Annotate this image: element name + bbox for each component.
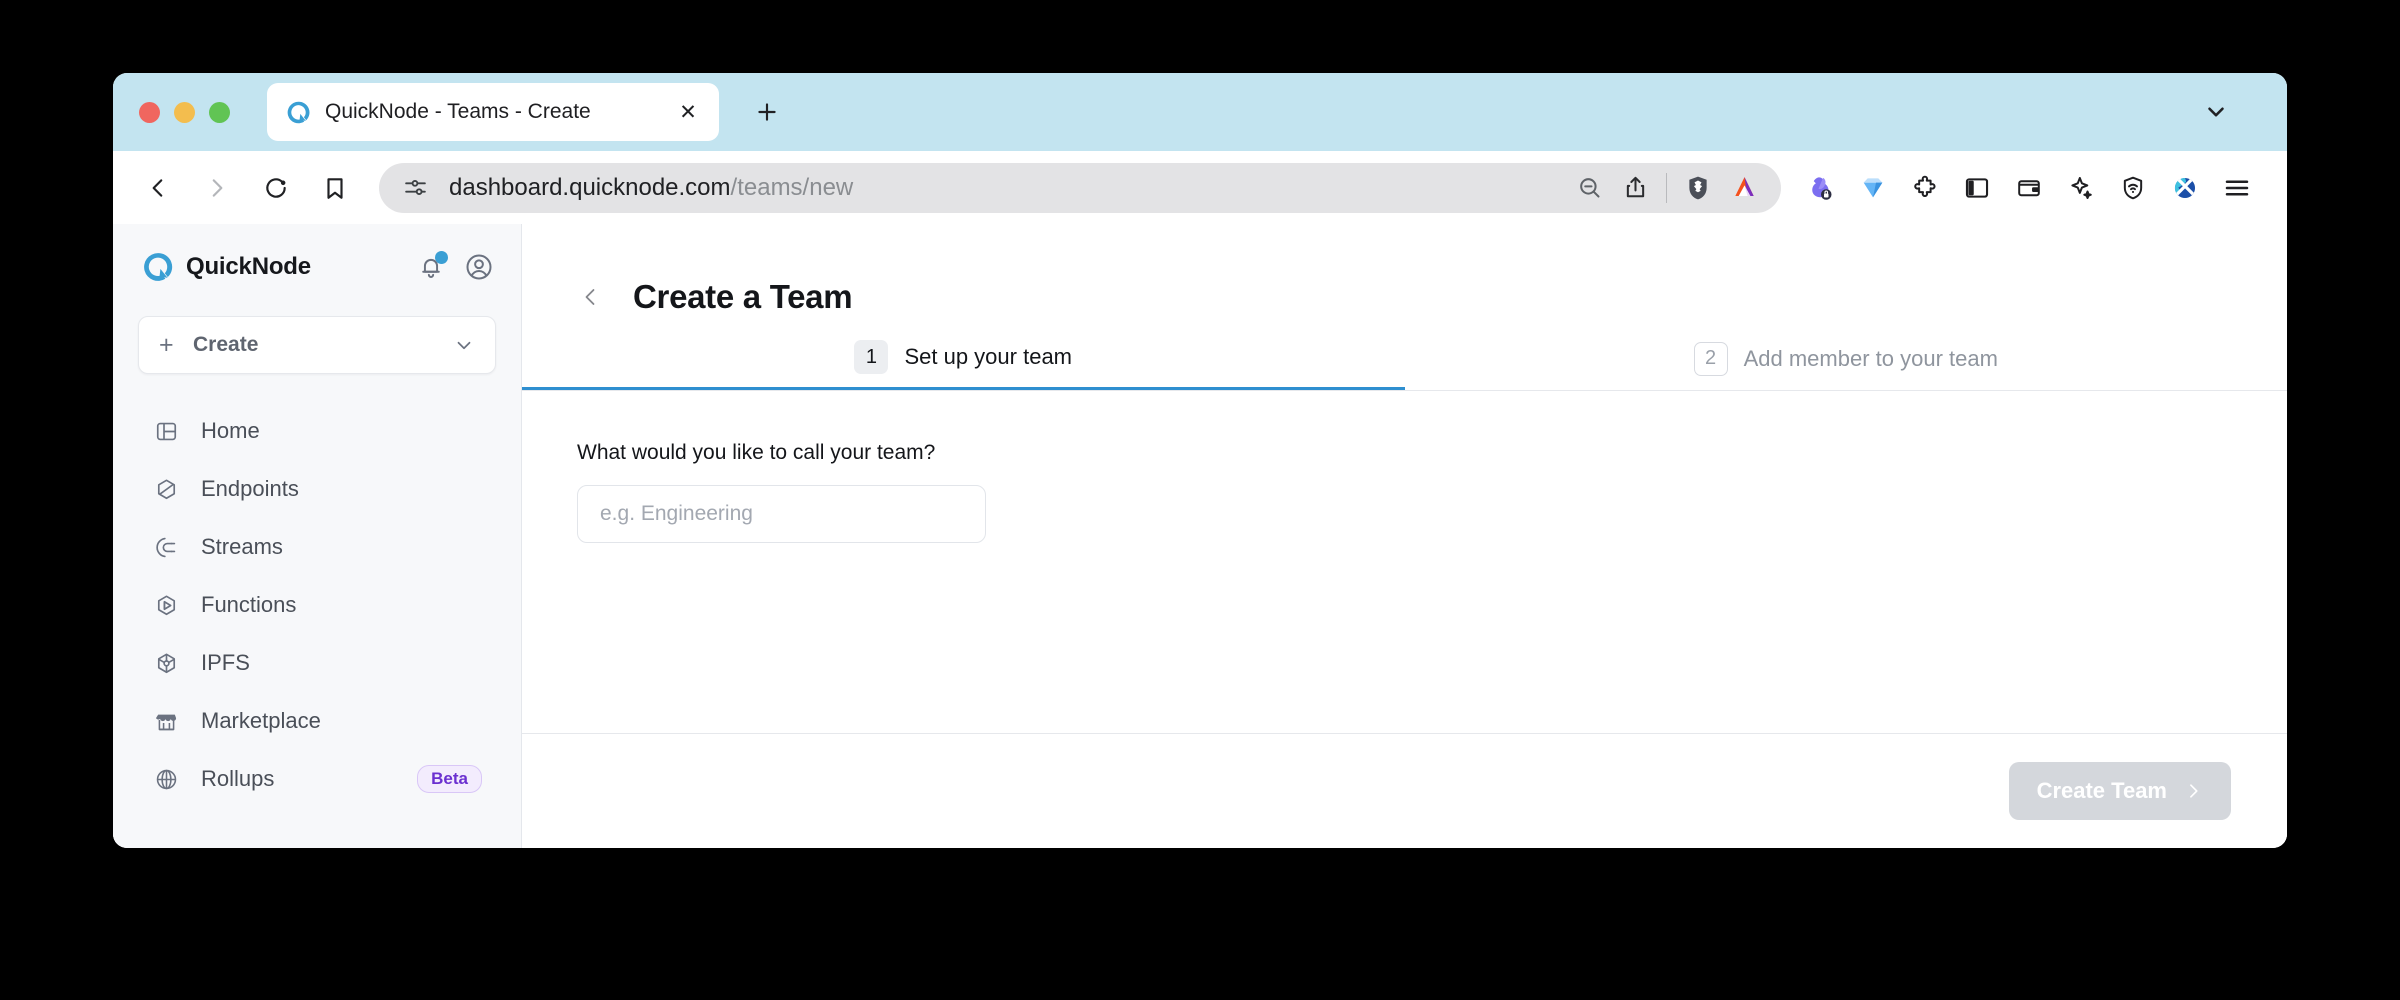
url-path: /teams/new	[730, 173, 854, 201]
layout-home-icon	[151, 416, 181, 446]
team-name-label: What would you like to call your team?	[577, 441, 936, 464]
tab-step-2[interactable]: 2 Add member to your team	[1405, 327, 2288, 390]
toolbar-divider	[1666, 172, 1667, 203]
window-traffic-lights	[139, 101, 230, 123]
app-body: QuickNode + Create Home Endpoints Stream…	[113, 224, 2287, 848]
hexagon-endpoints-icon	[151, 474, 181, 504]
sidebar-item-marketplace[interactable]: Marketplace	[138, 692, 496, 750]
create-team-label: Create Team	[2036, 778, 2167, 803]
back-arrow-icon[interactable]	[135, 165, 180, 210]
page-title: Create a Team	[633, 278, 853, 315]
ipfs-icon	[151, 648, 181, 678]
sidebar-item-functions[interactable]: Functions	[138, 576, 496, 634]
step-tabs: 1 Set up your team 2 Add member to your …	[522, 328, 2287, 391]
sidebar-item-label: Endpoints	[201, 476, 299, 501]
team-name-input[interactable]	[577, 485, 986, 543]
step-label: Add member to your team	[1743, 345, 1998, 371]
url-domain: dashboard.quicknode.com	[449, 173, 731, 201]
browser-window: QuickNode - Teams - Create ✕ dashboard.q…	[113, 73, 2287, 848]
step-label: Set up your team	[904, 344, 1073, 369]
rabbit-wallet-icon[interactable]	[1795, 165, 1847, 211]
reload-icon[interactable]	[253, 165, 298, 210]
share-icon[interactable]	[1612, 165, 1658, 211]
sidebar: QuickNode + Create Home Endpoints Stream…	[113, 224, 522, 848]
team-form: What would you like to call your team?	[522, 391, 2287, 733]
chevron-left-icon[interactable]	[577, 283, 605, 311]
sidebar-brand-actions	[414, 250, 496, 284]
play-hexagon-functions-icon	[151, 590, 181, 620]
create-button[interactable]: + Create	[138, 316, 496, 374]
chevron-down-icon	[453, 334, 475, 356]
sidebar-panel-icon[interactable]	[1951, 165, 2003, 211]
site-settings-icon[interactable]	[401, 174, 429, 202]
zoom-out-icon[interactable]	[1566, 165, 1612, 211]
hamburger-menu-icon[interactable]	[2211, 165, 2263, 211]
bookmark-icon[interactable]	[312, 165, 357, 210]
step-number: 1	[854, 340, 889, 374]
storefront-icon	[151, 706, 181, 736]
create-button-label: Create	[193, 333, 259, 356]
maximize-window-button[interactable]	[209, 101, 230, 123]
sidebar-item-label: Marketplace	[201, 708, 321, 733]
sidebar-item-label: Streams	[201, 534, 283, 559]
create-team-button[interactable]: Create Team	[2008, 762, 2231, 820]
blue-gem-icon[interactable]	[1847, 165, 1899, 211]
vpn-shield-icon[interactable]	[2107, 165, 2159, 211]
forward-arrow-icon[interactable]	[194, 165, 239, 210]
minimize-window-button[interactable]	[174, 101, 195, 123]
sidebar-nav-list: Home Endpoints Streams Functions IPFS Ma…	[138, 402, 496, 808]
quicknode-logo-icon	[141, 250, 175, 284]
close-icon[interactable]: ✕	[675, 99, 701, 125]
wallet-icon[interactable]	[2003, 165, 2055, 211]
bell-icon[interactable]	[414, 250, 448, 284]
sidebar-item-label: Rollups	[201, 766, 275, 791]
sidebar-item-label: IPFS	[201, 650, 250, 675]
sidebar-item-streams[interactable]: Streams	[138, 518, 496, 576]
sidebar-item-home[interactable]: Home	[138, 402, 496, 460]
browser-toolbar: dashboard.quicknode.com/teams/new	[113, 151, 2287, 224]
sidebar-item-label: Home	[201, 418, 260, 443]
sidebar-item-ipfs[interactable]: IPFS	[138, 634, 496, 692]
globe-icon	[151, 764, 181, 794]
notification-badge	[435, 251, 448, 264]
new-tab-button[interactable]	[747, 92, 787, 132]
tab-strip: QuickNode - Teams - Create ✕	[113, 73, 2287, 151]
step-number: 2	[1693, 341, 1728, 376]
chevron-down-icon[interactable]	[2201, 97, 2231, 127]
omnibox-actions	[1566, 165, 1767, 211]
brand-name: QuickNode	[186, 253, 311, 280]
extension-icons	[1795, 165, 2263, 211]
page-header: Create a Team	[522, 224, 2287, 328]
tab-step-1[interactable]: 1 Set up your team	[522, 327, 1405, 390]
leo-sparkle-icon[interactable]	[2055, 165, 2107, 211]
form-footer: Create Team	[522, 733, 2287, 848]
sidebar-item-endpoints[interactable]: Endpoints	[138, 460, 496, 518]
chevron-right-icon	[2183, 781, 2203, 801]
brave-shields-icon[interactable]	[1675, 165, 1721, 211]
quicknode-q-icon	[285, 99, 312, 126]
main-content: Create a Team 1 Set up your team 2 Add m…	[522, 224, 2287, 848]
browser-tab-title: QuickNode - Teams - Create	[325, 100, 591, 123]
url-text: dashboard.quicknode.com/teams/new	[449, 174, 1566, 202]
sidebar-item-rollups[interactable]: Rollups Beta	[138, 750, 496, 808]
sidebar-brand-row: QuickNode	[138, 224, 496, 310]
x-logo-icon[interactable]	[2159, 165, 2211, 211]
status-badge: Beta	[417, 765, 482, 793]
browser-tab[interactable]: QuickNode - Teams - Create ✕	[267, 83, 719, 141]
close-window-button[interactable]	[139, 101, 160, 123]
address-bar[interactable]: dashboard.quicknode.com/teams/new	[379, 162, 1781, 213]
streams-icon	[151, 532, 181, 562]
sidebar-item-label: Functions	[201, 592, 297, 617]
plus-icon: +	[159, 330, 174, 359]
account-avatar-icon[interactable]	[462, 250, 496, 284]
puzzle-extensions-icon[interactable]	[1899, 165, 1951, 211]
bat-rewards-icon[interactable]	[1721, 165, 1767, 211]
